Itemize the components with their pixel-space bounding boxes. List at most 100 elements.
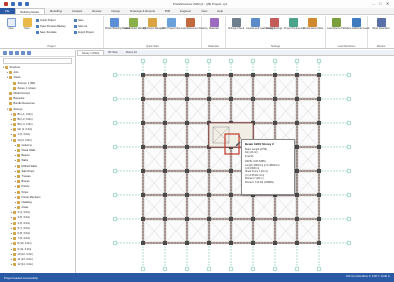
expand-all-icon[interactable] <box>3 51 7 55</box>
ribbon-group-label: Project <box>47 45 56 48</box>
design-settings-button[interactable]: Design Settings <box>265 18 283 31</box>
axis-bubble-icon <box>316 266 322 272</box>
tab-building-model[interactable]: Building Model <box>14 8 45 14</box>
tree-node-icon <box>13 247 16 251</box>
tab-drawings-reports[interactable]: Drawings & Reports <box>125 8 160 14</box>
tree-toolbar <box>0 50 75 57</box>
label-model-manager-button[interactable]: Label Model Manager <box>124 18 147 31</box>
axis-bubble-icon <box>294 58 300 64</box>
tab-engineer[interactable]: Engineer <box>175 8 196 14</box>
project-files-icon <box>166 18 176 27</box>
tab-modelling[interactable]: Modelling <box>45 8 67 14</box>
tab-view[interactable]: View <box>196 8 212 14</box>
axis-bubble-icon <box>112 72 118 78</box>
wizard-icon <box>109 18 119 27</box>
tree-node-icon <box>13 216 16 220</box>
refresh-icon[interactable] <box>21 51 25 55</box>
save-as-button[interactable]: Save As <box>74 24 87 29</box>
column <box>163 145 167 149</box>
export-project-button[interactable]: Export Project <box>74 30 94 35</box>
load-source-paths-button[interactable]: Load Source Paths <box>327 18 347 31</box>
redo-icon[interactable] <box>25 2 29 6</box>
axis-bubble-icon <box>272 58 278 64</box>
axis-bubble-icon <box>346 216 352 222</box>
maximize-button[interactable]: □ <box>377 1 384 6</box>
materials-button[interactable]: Materials <box>205 18 223 31</box>
tree-node-icon <box>17 169 20 173</box>
ribbon-group-label: Review <box>376 45 386 48</box>
axis-bubble-icon <box>346 96 352 102</box>
column <box>163 73 167 77</box>
save-button[interactable]: Save <box>74 18 84 23</box>
performance-mode-button[interactable]: Performance Mode <box>303 18 323 31</box>
axis-bubble-icon <box>112 240 118 246</box>
tree-node-icon <box>17 206 20 210</box>
floor-plan-drawing[interactable] <box>77 57 394 273</box>
tab-bim[interactable]: BIM <box>160 8 175 14</box>
layouts-load-settings-button[interactable]: Layouts and Load Settings <box>246 18 274 31</box>
tree-node-icon <box>9 102 12 106</box>
open-previous-button[interactable]: Open Previous Backup <box>36 24 66 29</box>
window-controls: – □ ✕ <box>370 1 391 6</box>
column <box>185 97 189 101</box>
column <box>163 217 167 221</box>
tree-node-icon <box>13 237 16 241</box>
tab-analysis[interactable]: Analysis <box>67 8 87 14</box>
tree-node-icon <box>13 232 16 236</box>
quantities-icon <box>376 18 386 27</box>
column <box>295 193 299 197</box>
ribbon-group-project: New Open Import Project Open Previous Ba… <box>0 16 104 48</box>
minimize-button[interactable]: – <box>370 1 377 6</box>
axis-bubble-icon <box>112 120 118 126</box>
tree-item-label: 12 (14, 3.0m) <box>17 263 33 267</box>
collapse-all-icon[interactable] <box>9 51 13 55</box>
tab-help[interactable]: Help <box>212 8 228 14</box>
wizard-building-models-button[interactable]: Wizard Building Models <box>105 18 130 31</box>
project-preferences-button[interactable]: Project Preferences <box>284 18 305 31</box>
tree-node-icon <box>17 200 20 204</box>
column <box>185 217 189 221</box>
ps-output-manager-button[interactable]: PS Output Manager <box>143 18 164 31</box>
open-button[interactable]: Open <box>18 18 36 31</box>
tab-3d-view[interactable]: 3D View <box>104 50 122 55</box>
tree-node-icon <box>17 164 20 168</box>
column <box>273 73 277 77</box>
tab-file[interactable]: File <box>0 8 15 14</box>
column <box>317 145 321 149</box>
title-bar: ProtaStructure 2022 [A : ] [B] Project: … <box>0 0 394 8</box>
axis-bubble-icon <box>206 58 212 64</box>
settings-check-button[interactable]: Settings Check <box>227 18 245 31</box>
axis-bubble-icon <box>112 96 118 102</box>
load-reference-drawing-button[interactable]: Load Reference Drawing <box>181 18 207 31</box>
settings-icon[interactable] <box>27 51 31 55</box>
show-quantities-button[interactable]: Show Quantities <box>372 18 390 31</box>
tab-design[interactable]: Design <box>106 8 125 14</box>
save-icon[interactable] <box>11 2 15 6</box>
srf-project-files-button[interactable]: SRF Project Files <box>162 18 181 31</box>
tab-review[interactable]: Review <box>87 8 106 14</box>
close-button[interactable]: ✕ <box>384 1 391 6</box>
new-file-icon <box>6 18 16 27</box>
additional-loads-button[interactable]: See Additional Loads <box>347 18 369 31</box>
column <box>295 217 299 221</box>
tree-node-icon <box>9 107 12 111</box>
filter-icon[interactable] <box>15 51 19 55</box>
column <box>229 97 233 101</box>
tab-storey-plan[interactable]: Storey 1 [Plan] <box>77 50 105 55</box>
tab-storey-1a[interactable]: Storey 1A <box>122 50 141 55</box>
reference-drawing-icon <box>185 18 195 27</box>
tree-item[interactable]: ▸ 12 (14, 3.0m) <box>0 262 75 267</box>
import-project-button[interactable]: Import Project <box>36 18 56 23</box>
axis-bubble-icon <box>272 266 278 272</box>
column <box>163 193 167 197</box>
column <box>207 217 211 221</box>
tree-node-icon <box>13 133 16 137</box>
save-template-button[interactable]: Save Template <box>36 30 57 35</box>
axis-bubble-icon <box>162 58 168 64</box>
column <box>317 193 321 197</box>
tree-node-icon <box>13 128 16 132</box>
tree-search-input[interactable] <box>3 58 72 64</box>
plan-canvas[interactable] <box>77 57 394 273</box>
undo-icon[interactable] <box>18 2 22 6</box>
column <box>141 145 145 149</box>
